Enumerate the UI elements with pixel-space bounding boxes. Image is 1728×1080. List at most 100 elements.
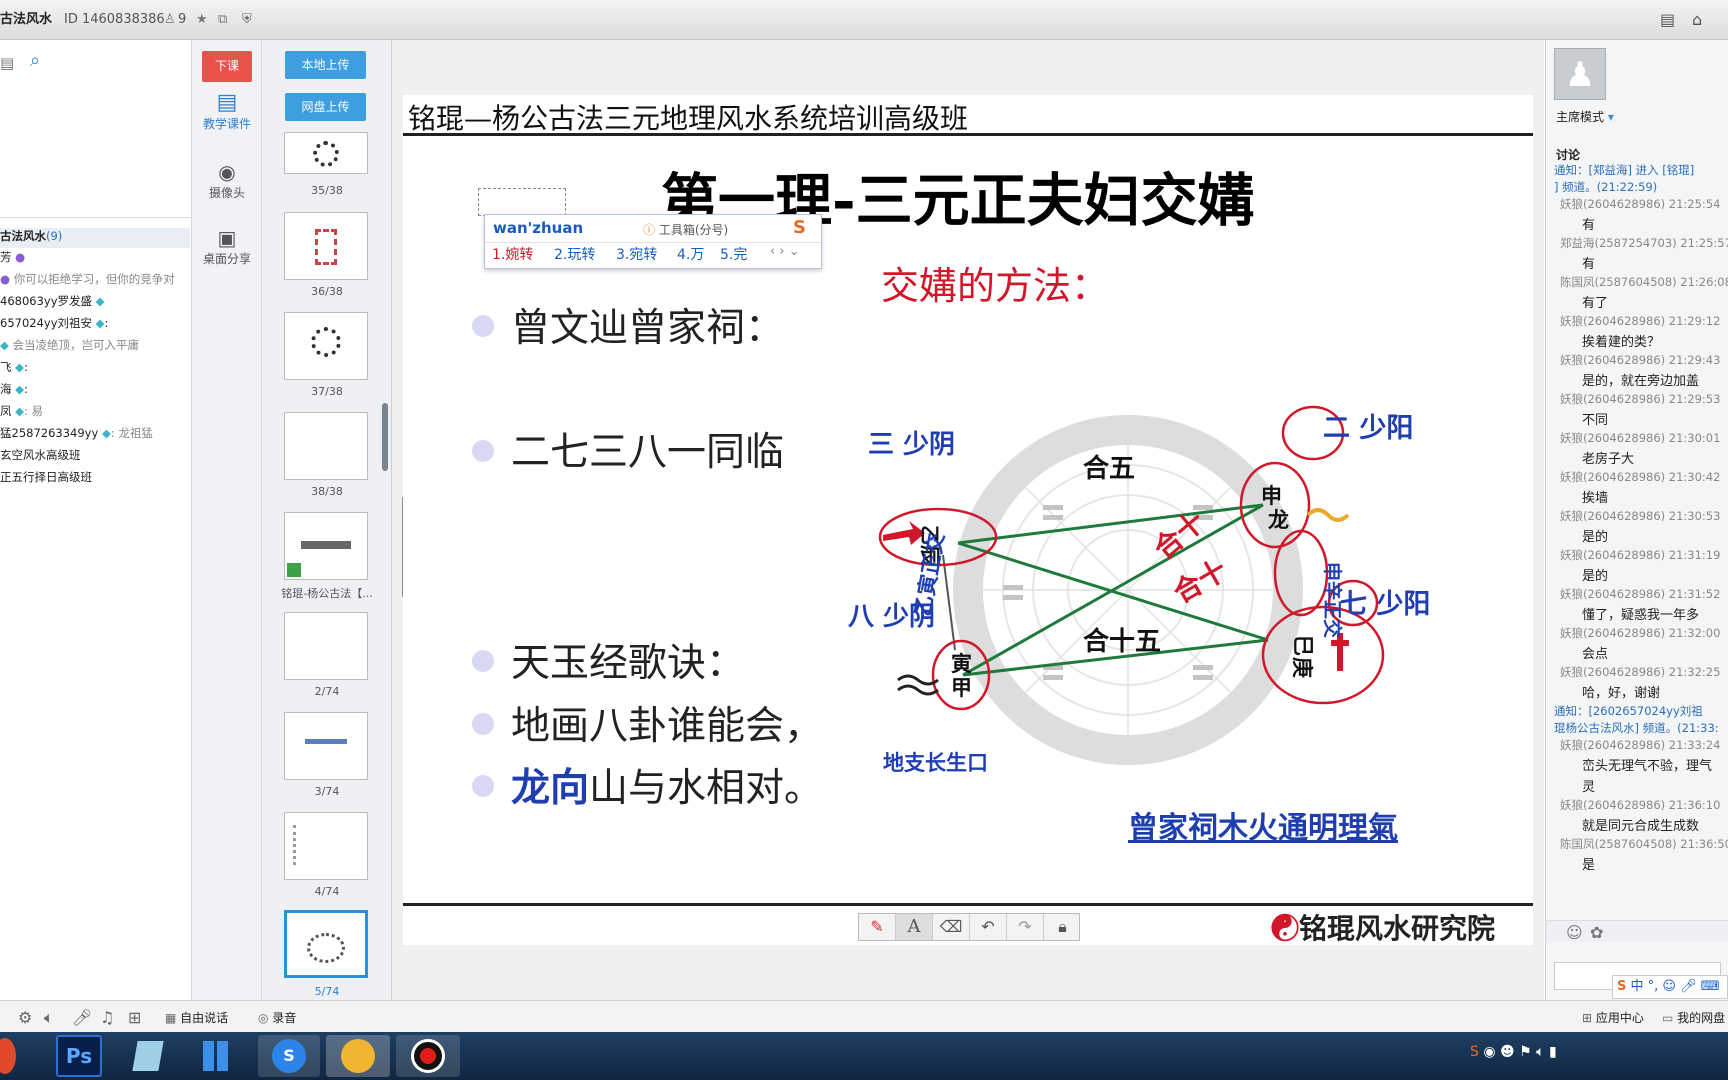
chat-sender: 妖狼(2604628986) 21:31:52: [1560, 587, 1721, 601]
label-shen-zheng-jiao: 申辛正交: [1321, 562, 1344, 638]
tray-record-icon[interactable]: ◉: [1483, 1044, 1495, 1060]
sogou-logo-icon: S: [793, 217, 806, 238]
bullet-text: 曾文辿曾家祠：: [511, 306, 785, 351]
music-icon[interactable]: ♫: [100, 1008, 114, 1027]
slide-thumbnail[interactable]: [284, 212, 368, 280]
member-item[interactable]: 飞 ◆:: [0, 359, 190, 375]
tray-yy-icon[interactable]: ☻: [1500, 1044, 1515, 1060]
lock-icon[interactable]: 🔒︎: [1044, 914, 1081, 940]
member-item[interactable]: 凤 ◆: 易: [0, 403, 190, 419]
slide-thumbnail[interactable]: [284, 412, 368, 480]
mic-icon[interactable]: 🎤︎: [72, 1008, 92, 1027]
eraser-icon[interactable]: ⌫: [933, 914, 970, 940]
tray-network-icon[interactable]: ▮: [1549, 1044, 1557, 1060]
text-tool-icon[interactable]: A: [896, 914, 933, 940]
thumbnail-label: 38/38: [311, 485, 343, 498]
thumbnail-scrollbar[interactable]: [382, 403, 388, 471]
my-cloud-button[interactable]: ▭ 我的网盘: [1662, 1009, 1725, 1026]
slide-thumbnail[interactable]: [284, 512, 368, 580]
label-shen: 申: [1261, 484, 1282, 508]
taskbar: Ps S S ◉ ☻ ⚑ 🔈︎ ▮: [0, 1032, 1728, 1080]
slide-thumbnail[interactable]: [284, 312, 368, 380]
slide-thumbnail[interactable]: [284, 812, 368, 880]
ime-toolbox[interactable]: ⓘ 工具箱(分号): [643, 221, 728, 238]
courseware-tab[interactable]: ▤ 教学课件: [192, 90, 262, 132]
undo-icon[interactable]: ↶: [970, 914, 1007, 940]
ime-status-bar[interactable]: S 中 °, ☺ 🎤︎ ⌨: [1612, 975, 1728, 999]
discussion-header: 讨论: [1556, 148, 1581, 162]
upload-cloud-button[interactable]: 网盘上传: [285, 93, 366, 121]
ime-page-icons[interactable]: ‹ › ⌄: [770, 244, 800, 259]
sogou-browser-icon[interactable]: S: [258, 1035, 320, 1077]
chat-sender: 陈国凤(2587604508) 21:36:50: [1560, 837, 1728, 851]
tray-volume-icon[interactable]: 🔈︎: [1536, 1044, 1544, 1060]
yy-icon[interactable]: [326, 1035, 390, 1077]
ime-candidate[interactable]: 4.万: [677, 244, 704, 264]
app-grid-icon[interactable]: [193, 1035, 239, 1077]
home-icon[interactable]: ⌂: [1692, 0, 1702, 40]
chat-message: 老房子大: [1582, 452, 1635, 467]
tool-column: 下课 ▤ 教学课件 ◉ 摄像头 ▣ 桌面分享: [192, 40, 262, 1000]
start-icon[interactable]: [0, 1038, 16, 1074]
free-talk-button[interactable]: ▦ 自由说话: [165, 1009, 228, 1026]
channel-item[interactable]: 玄空风水高级班: [0, 447, 190, 463]
thumbnail-label-selected: 5/74: [314, 985, 340, 998]
upload-local-button[interactable]: 本地上传: [285, 51, 366, 79]
member-item[interactable]: 海 ◆:: [0, 381, 190, 397]
search-icon[interactable]: ⌕: [30, 50, 40, 71]
slide-thumbnail[interactable]: [284, 712, 368, 780]
avatar[interactable]: ♟: [1554, 48, 1606, 100]
pen-icon[interactable]: ✎: [859, 914, 896, 940]
flower-icon[interactable]: ✿: [1590, 923, 1603, 942]
member-item[interactable]: ◆ 会当凌绝顶，岂可入平庸: [0, 337, 190, 353]
chat-sender: 妖狼(2604628986) 21:30:01: [1560, 431, 1721, 445]
text-box-outline: [478, 188, 566, 216]
camera-tab[interactable]: ◉ 摄像头: [192, 160, 262, 201]
member-list-channel[interactable]: 古法风水(9): [0, 228, 190, 248]
chat-notice: 通知：[2602657024yy刘祖: [1554, 704, 1703, 718]
chat-message: 灵: [1582, 780, 1596, 795]
member-item[interactable]: ● 你可以拒绝学习，但你的竞争对: [0, 271, 190, 287]
speaker-icon[interactable]: 🔈︎: [44, 1008, 54, 1028]
tray-sogou-icon[interactable]: S: [1470, 1044, 1479, 1060]
settings-icon[interactable]: ⚙: [18, 1008, 32, 1027]
list-icon[interactable]: ▤: [0, 54, 14, 72]
chat-sender: 妖狼(2604628986) 21:30:42: [1560, 470, 1721, 484]
menu-icon[interactable]: ▤: [1660, 0, 1675, 40]
tray-app-icon[interactable]: ⚑: [1519, 1044, 1532, 1060]
member-item[interactable]: 657024yy刘祖安 ◆:: [0, 315, 190, 331]
thumbnail-label: 铭琨-杨公古法【...: [281, 587, 373, 600]
member-item[interactable]: 芳 ●: [0, 249, 190, 265]
end-class-button[interactable]: 下课: [202, 51, 252, 82]
share-icon[interactable]: ⧉: [218, 0, 227, 40]
chat-sender: 妖狼(2604628986) 21:32:25: [1560, 665, 1721, 679]
redo-icon[interactable]: ↷: [1007, 914, 1044, 940]
mode-selector[interactable]: 主席模式 ▾: [1556, 108, 1614, 125]
chat-message: 峦头无理气不验，理气: [1582, 759, 1713, 774]
ime-candidate[interactable]: 2.玩转: [554, 244, 595, 264]
slide-footer: ☯铭琨风水研究院: [1271, 912, 1496, 945]
notebook-icon[interactable]: [125, 1035, 171, 1077]
ime-candidate[interactable]: 1.婉转: [492, 244, 533, 264]
slide-thumbnail[interactable]: [284, 612, 368, 680]
chat-sender: 郑益海(2587254703) 21:25:57: [1560, 236, 1728, 250]
shield-icon[interactable]: ⛨: [242, 0, 252, 40]
star-icon[interactable]: ★: [196, 0, 208, 40]
recorder-icon[interactable]: [396, 1035, 460, 1077]
slide-thumbnail[interactable]: [284, 132, 368, 174]
chat-message: 不同: [1582, 413, 1609, 428]
chat-message: 会点: [1582, 647, 1609, 662]
ime-candidate[interactable]: 3.宛转: [616, 244, 657, 264]
ime-candidate[interactable]: 5.完: [720, 244, 747, 264]
record-button[interactable]: ◎ 录音: [258, 1009, 296, 1026]
member-item[interactable]: 猛2587263349yy ◆: 龙祖猛: [0, 425, 190, 441]
desktop-share-tab[interactable]: ▣ 桌面分享: [192, 226, 262, 267]
title-bar: 古法风水 ID 1460838386 ♙ 9 ★ ⧉ ⛨ ▤ ⌂: [0, 0, 1728, 40]
channel-item[interactable]: 正五行择日高级班: [0, 469, 190, 485]
member-item[interactable]: 468063yy罗发盛 ◆: [0, 293, 190, 309]
app-center-button[interactable]: ⊞ 应用中心: [1582, 1009, 1644, 1026]
slide-thumbnail-selected[interactable]: [284, 910, 368, 978]
mixer-icon[interactable]: ⊞: [128, 1008, 141, 1027]
photoshop-icon[interactable]: Ps: [56, 1035, 102, 1077]
emoji-icon[interactable]: ☺: [1566, 923, 1583, 942]
